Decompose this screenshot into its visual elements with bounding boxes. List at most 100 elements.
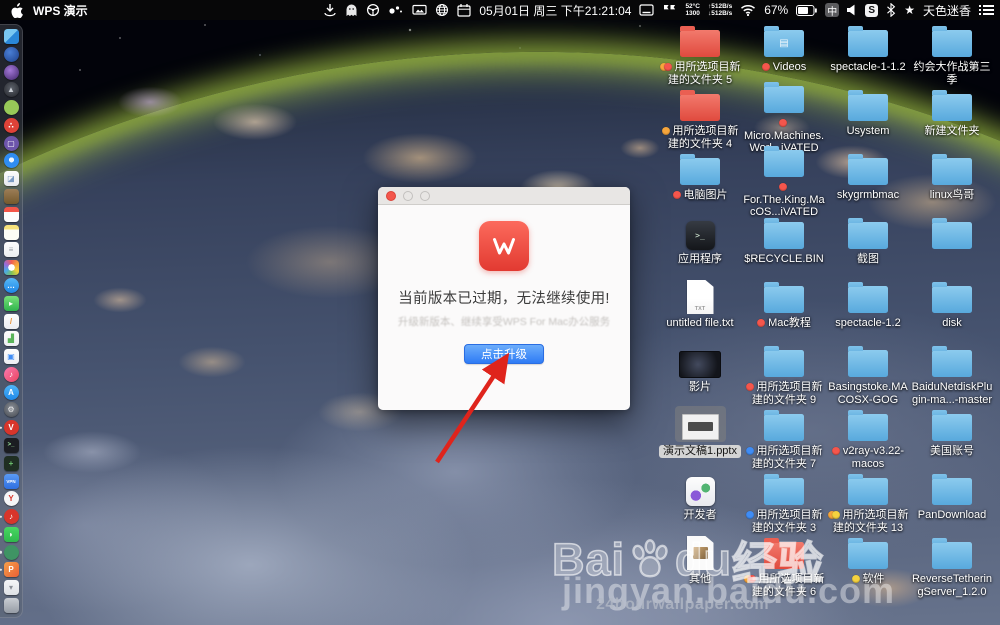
menu-bar-clock[interactable]: 05月01日 周三 下午21:21:04 (479, 2, 631, 19)
desktop-icon[interactable]: 美国账号 (910, 406, 994, 470)
desktop-icon[interactable]: 其他 (658, 534, 742, 598)
dock-item-media-player-app[interactable]: ▢ (3, 135, 19, 151)
dock-item-v2rayu[interactable]: V (3, 420, 19, 436)
calendar-icon[interactable] (457, 0, 471, 20)
wifi-icon[interactable] (740, 0, 756, 20)
desktop-icon[interactable]: linux鸟哥 (910, 150, 994, 214)
desktop-icon[interactable]: v2ray-v3.22-macos (826, 406, 910, 470)
proxy-app-badge[interactable]: S (865, 3, 879, 17)
desktop-icon[interactable]: 软件 (826, 534, 910, 598)
desktop-icon[interactable]: 用所选项目新建的文件夹 3 (742, 470, 826, 534)
dock-item-app-store[interactable]: A (3, 384, 19, 400)
desktop-icon[interactable]: Basingstoke.MACOSX-GOG (826, 342, 910, 406)
globe-icon[interactable] (435, 0, 449, 20)
upgrade-button[interactable]: 点击升级 (464, 344, 544, 364)
desktop-icon[interactable]: spectacle-1-1.2 (826, 22, 910, 86)
desktop-icon[interactable]: ▤ Videos (742, 22, 826, 86)
close-button[interactable] (386, 190, 396, 201)
desktop-icon[interactable]: 演示文稿1.pptx (658, 406, 742, 470)
desktop-icon[interactable]: PanDownload (910, 470, 994, 534)
dock-item-p-app[interactable]: P (3, 562, 19, 578)
desktop-icon[interactable]: 约会大作战第三季 (910, 22, 994, 86)
ghost-icon[interactable] (345, 0, 358, 20)
desktop-icon[interactable]: 用所选项目新建的文件夹 7 (742, 406, 826, 470)
desktop-icon[interactable]: spectacle-1.2 (826, 278, 910, 342)
dock-item-dictionary-app[interactable] (3, 189, 19, 205)
dock-item-terminal-green[interactable]: + (3, 455, 19, 471)
bluetooth-icon[interactable] (886, 0, 896, 20)
desktop-icon[interactable]: ReverseTetheringServer_1.2.0 (910, 534, 994, 598)
dock-item-textedit-app[interactable]: ≡ (3, 242, 19, 258)
desktop-icon[interactable]: BaiduNetdiskPlugin-ma...-master (910, 342, 994, 406)
dock-item-facetime-app[interactable]: ▸ (3, 295, 19, 311)
apple-menu-icon[interactable] (10, 0, 23, 20)
battery-icon[interactable] (796, 0, 818, 20)
desktop-icon[interactable]: disk (910, 278, 994, 342)
desktop-icon[interactable]: Micro.Machines.Worl...iVATED (742, 82, 826, 154)
desktop-icon[interactable]: Usystem (826, 86, 910, 150)
dock-item-numbers-app[interactable]: ▟ (3, 331, 19, 347)
dock-item-preview-app[interactable]: ◪ (3, 171, 19, 187)
dock-item-launchpad[interactable]: ▲ (3, 82, 19, 98)
battery-percent[interactable]: 67% (764, 3, 788, 17)
dock-item-music-app[interactable]: ♪ (3, 366, 19, 382)
dock-item-android-app[interactable] (3, 100, 19, 116)
desktop-icon[interactable]: 新建文件夹 (910, 86, 994, 150)
dock-item-evernote-like[interactable] (3, 544, 19, 560)
desktop-icon[interactable]: 用所选项目新建的文件夹 13 (826, 470, 910, 534)
network-speed-readout[interactable]: ↑512B/s ↓512B/s (708, 3, 732, 18)
desktop-icon[interactable] (910, 214, 994, 278)
zoom-button[interactable] (420, 190, 430, 201)
dock-item-system-preferences[interactable]: ⚙ (3, 402, 19, 418)
desktop-icon[interactable]: 用所选项目新建的文件夹 6 (742, 534, 826, 598)
vpn-status-name[interactable]: 天色迷香 (923, 2, 971, 19)
dots-status-icon[interactable] (388, 0, 404, 20)
dock-item-planet-app[interactable] (3, 64, 19, 80)
desktop-icon-label-text: PanDownload (917, 509, 987, 521)
dock-item-messages-app[interactable]: … (3, 277, 19, 293)
desktop-icon[interactable]: 影片 (658, 342, 742, 406)
dock-item-yandex-browser[interactable]: Y (3, 491, 19, 507)
dock-item-pages-app[interactable]: / (3, 313, 19, 329)
dock-item-keynote-app[interactable]: ▣ (3, 349, 19, 365)
favorites-star-icon[interactable]: ★ (904, 4, 915, 16)
desktop-icon[interactable]: Mac教程 (742, 278, 826, 342)
desktop-icon[interactable]: >_ 应用程序 (658, 214, 742, 278)
desktop-icon[interactable]: 开发者 (658, 470, 742, 534)
download-status-icon[interactable] (323, 0, 337, 20)
desktop-icon[interactable]: TXT untitled file.txt (658, 278, 742, 342)
desktop-icon[interactable]: skygrmbmac (826, 150, 910, 214)
dock-item-finder[interactable] (3, 29, 19, 44)
temperature-readout[interactable]: 52°C 1300 (685, 3, 700, 18)
volume-icon[interactable] (847, 0, 857, 20)
dock-item-wechat[interactable]: ◗ (3, 526, 19, 542)
dock-item-vpn-app[interactable]: VPN (3, 473, 19, 489)
dock-item-glyph: … (7, 280, 15, 290)
flags-icon[interactable] (662, 0, 677, 20)
active-app-name[interactable]: WPS 演示 (33, 2, 88, 19)
desktop-icon[interactable]: 截图 (826, 214, 910, 278)
desktop-icon[interactable]: For.The.King.MacOS...iVATED (742, 146, 826, 218)
dock-item-calendar-app[interactable] (3, 206, 19, 222)
list-menu-icon[interactable] (979, 0, 994, 20)
minimize-button[interactable] (403, 190, 413, 201)
input-method-badge[interactable]: 中 (825, 3, 840, 18)
dock-item-blue-globe-app[interactable] (3, 46, 19, 62)
desktop-icon[interactable]: $RECYCLE.BIN (742, 214, 826, 278)
dialog-title-bar[interactable] (378, 187, 630, 205)
dock-item-trash[interactable] (3, 598, 19, 613)
dock-item-photos-app[interactable] (3, 260, 19, 276)
display-mirroring-icon[interactable] (412, 0, 427, 20)
dock-item-downloads-stack[interactable]: ▾ (3, 580, 19, 596)
dock-item-netease-music[interactable]: ♪ (3, 509, 19, 525)
desktop-icon[interactable]: 用所选项目新建的文件夹 5 (658, 22, 742, 86)
desktop-icon[interactable]: 用所选项目新建的文件夹 4 (658, 86, 742, 150)
steering-wheel-icon[interactable] (366, 0, 380, 20)
dock-item-red-badge-app[interactable]: ∴ (3, 117, 19, 133)
dock-item-notes-app[interactable] (3, 224, 19, 240)
input-switcher-icon[interactable] (639, 0, 655, 20)
desktop-icon[interactable]: 电脑图片 (658, 150, 742, 214)
desktop-icon[interactable]: 用所选项目新建的文件夹 9 (742, 342, 826, 406)
dock-item-safari[interactable] (3, 153, 19, 169)
dock-item-terminal[interactable]: >_ (3, 437, 19, 453)
